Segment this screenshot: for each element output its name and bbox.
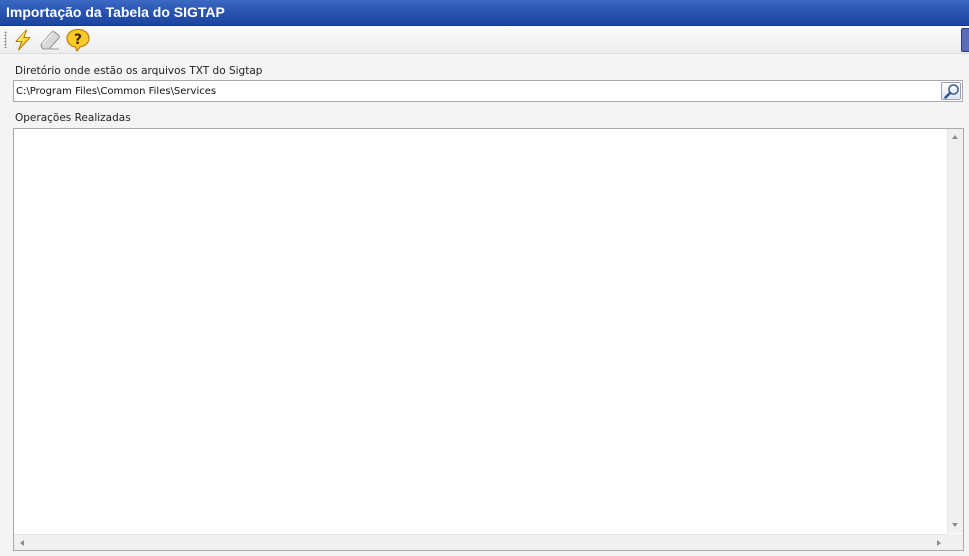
lightning-icon <box>15 29 31 51</box>
directory-field <box>13 80 963 102</box>
import-window: Importação da Tabela do SIGTAP ? Diretór… <box>0 0 969 556</box>
eraser-icon <box>40 31 60 50</box>
scroll-corner <box>947 534 963 550</box>
operations-label: Operações Realizadas <box>15 112 131 124</box>
vertical-scrollbar[interactable] <box>947 129 963 533</box>
toolbar-grip[interactable] <box>4 31 7 48</box>
help-question-icon: ? <box>66 28 90 52</box>
directory-label: Diretório onde estão os arquivos TXT do … <box>15 65 263 77</box>
toolbar: ? <box>0 26 969 54</box>
directory-input[interactable] <box>16 83 936 99</box>
browse-directory-button[interactable] <box>941 82 961 100</box>
magnifier-icon <box>944 84 959 99</box>
operations-log[interactable] <box>13 128 964 551</box>
scroll-up-arrow-icon[interactable] <box>952 135 958 139</box>
svg-text:?: ? <box>74 32 82 48</box>
scroll-right-arrow-icon[interactable] <box>937 540 941 546</box>
toolbar-side-tab[interactable] <box>961 28 969 52</box>
window-title: Importação da Tabela do SIGTAP <box>6 4 225 20</box>
execute-button[interactable] <box>11 28 35 52</box>
help-button[interactable]: ? <box>65 28 90 52</box>
horizontal-scrollbar[interactable] <box>14 534 947 550</box>
scroll-left-arrow-icon[interactable] <box>20 540 24 546</box>
title-bar: Importação da Tabela do SIGTAP <box>0 0 969 26</box>
scroll-down-arrow-icon[interactable] <box>952 523 958 527</box>
clear-button[interactable] <box>38 28 62 52</box>
